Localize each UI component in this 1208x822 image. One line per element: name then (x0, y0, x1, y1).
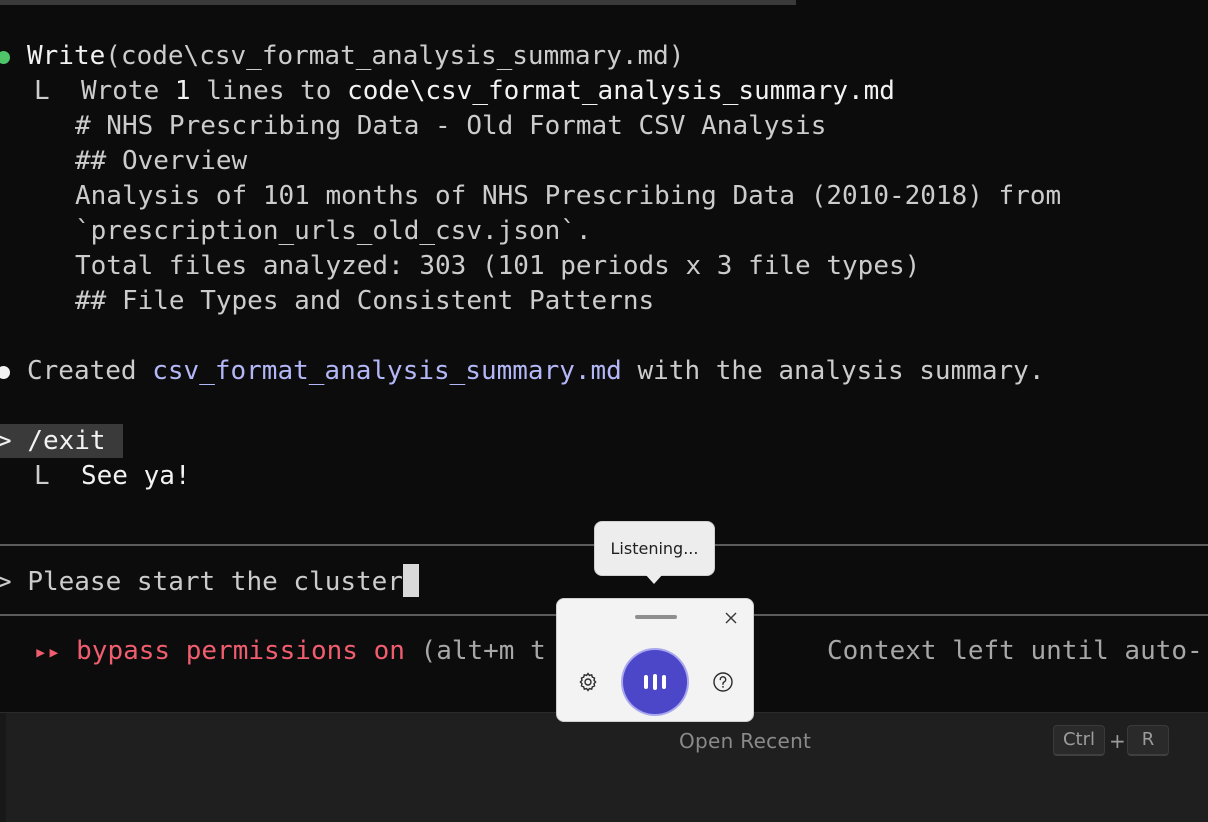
created-file-link[interactable]: csv_format_analysis_summary.md (152, 356, 622, 386)
result-mid: lines to (190, 76, 348, 106)
bottom-panel: Open Recent Ctrl + R (0, 712, 1208, 822)
tree-glyph: L (34, 76, 50, 106)
prompt-glyph: > (0, 567, 12, 597)
file-content-line: ## Overview (75, 146, 248, 176)
tool-success-dot (0, 51, 10, 64)
help-button[interactable] (711, 670, 735, 694)
exit-command-line: > /exit (0, 424, 106, 459)
file-content-line: `prescription_urls_old_csv.json`. (75, 216, 592, 246)
tool-call-line: Write(code\csv_format_analysis_summary.m… (27, 39, 684, 74)
result-count: 1 (174, 76, 191, 106)
context-status: Context left until auto- (827, 636, 1203, 666)
exit-reply-line: L See ya! (34, 459, 191, 494)
open-recent-link[interactable]: Open Recent (679, 729, 811, 753)
input-text: Please start the cluster (27, 567, 403, 597)
status-line: ▸▸ bypass permissions on (alt+m t (34, 634, 546, 669)
close-button[interactable] (720, 607, 742, 629)
shortcut-key-r: R (1127, 725, 1169, 756)
gear-icon (579, 672, 597, 692)
audio-bar-icon (644, 675, 648, 689)
tool-args: (code\csv_format_analysis_summary.md) (105, 41, 685, 71)
file-content-line: Analysis of 101 months of NHS Prescribin… (75, 181, 1062, 211)
tooltip-arrow (645, 574, 663, 584)
permission-mode: bypass permissions on (76, 636, 405, 666)
shortcut-plus: + (1109, 729, 1126, 753)
message-dot (0, 366, 10, 379)
file-content-line: Total files analyzed: 303 (101 periods x… (75, 251, 921, 281)
created-suffix: with the analysis summary. (621, 356, 1045, 386)
drag-handle[interactable] (635, 615, 677, 619)
exit-reply: See ya! (80, 461, 191, 491)
help-icon (713, 672, 733, 692)
file-content-line: ## File Types and Consistent Patterns (75, 286, 655, 316)
audio-bar-icon (662, 675, 666, 689)
listening-tooltip: Listening... (594, 521, 715, 576)
tool-result-line: L Wrote 1 lines to code\csv_format_analy… (34, 74, 895, 109)
settings-button[interactable] (576, 670, 600, 694)
mode-arrows-icon: ▸▸ (34, 640, 61, 665)
audio-bar-icon (653, 674, 657, 690)
result-path: code\csv_format_analysis_summary.md (347, 76, 895, 106)
exit-command: /exit (27, 426, 106, 456)
close-icon (725, 612, 737, 624)
panel-edge (0, 713, 6, 822)
previous-output-highlight (0, 0, 796, 5)
file-content-line: # NHS Prescribing Data - Old Format CSV … (75, 111, 827, 141)
voice-listening-button[interactable] (623, 650, 687, 714)
shortcut-key-ctrl: Ctrl (1053, 725, 1105, 756)
tree-glyph: L (34, 461, 50, 491)
tool-name: Write (27, 41, 106, 71)
text-cursor (403, 564, 419, 597)
result-prefix: Wrote (80, 76, 175, 106)
mode-hint: (alt+m t (404, 636, 546, 666)
prompt-glyph: > (0, 426, 12, 456)
created-prefix: Created (27, 356, 153, 386)
assistant-message: Created csv_format_analysis_summary.md w… (27, 354, 1044, 389)
voice-typing-widget (556, 598, 754, 722)
prompt-input[interactable]: > Please start the cluster (0, 564, 419, 599)
